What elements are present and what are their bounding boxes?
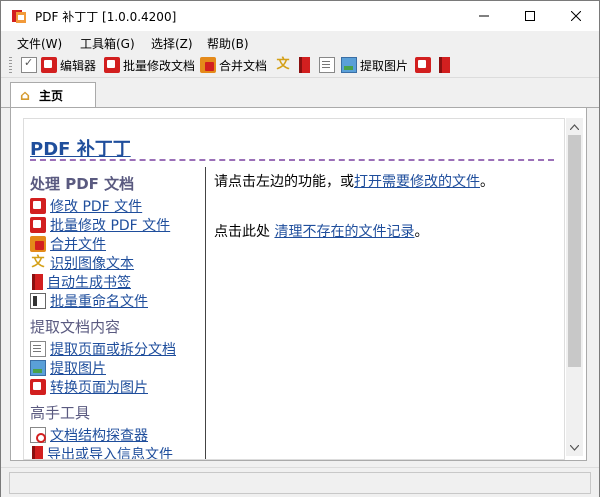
link-inspector[interactable]: 文档结构探查器	[30, 425, 200, 444]
ocr-icon: 文	[31, 254, 45, 270]
home-panel: PDF 补丁丁 处理 PDF 文档 修改 PDF 文件 批量修改 PDF 文件 …	[10, 108, 587, 461]
toolbar-check-icon[interactable]	[21, 56, 37, 74]
toolbar-bookmark-button[interactable]	[297, 56, 310, 74]
window-title: PDF 补丁丁 [1.0.0.4200]	[35, 10, 177, 24]
close-button[interactable]	[553, 1, 599, 31]
menu-select[interactable]: 选择(Z)	[151, 35, 193, 52]
toolbar-extract-pages-button[interactable]	[319, 56, 335, 74]
extract-pages-icon	[319, 57, 335, 73]
link-extract-images[interactable]: 提取图片	[30, 358, 200, 377]
scroll-down-icon[interactable]	[566, 439, 583, 456]
rename-icon	[30, 292, 46, 309]
extract-images-icon	[30, 359, 46, 376]
link-bookmark[interactable]: 自动生成书签	[30, 272, 200, 291]
home-icon: ⌂	[19, 87, 31, 104]
minimize-button[interactable]	[461, 1, 507, 31]
toolbar-merge-label: 合并文档	[219, 58, 268, 73]
status-bar	[1, 467, 599, 497]
checkbox-icon	[21, 56, 37, 73]
main-instructions: 请点击左边的功能，或打开需要修改的文件。 点击此处 清理不存在的文件记录。	[214, 171, 554, 271]
tab-strip: ⌂ 主页	[1, 78, 599, 108]
toolbar-merge-button[interactable]: 合并文档	[200, 56, 267, 74]
instruction-1-suffix: 。	[480, 174, 494, 190]
link-merge[interactable]: 合并文件	[30, 234, 200, 253]
vertical-scrollbar[interactable]	[566, 118, 583, 456]
link-batch-edit-text[interactable]: 批量修改 PDF 文件	[50, 215, 170, 235]
link-convert-images[interactable]: 转换页面为图片	[30, 377, 200, 396]
tab-home-label: 主页	[39, 89, 64, 103]
clear-records-link[interactable]: 清理不存在的文件记录	[274, 224, 414, 240]
toolbar-batch-edit-label: 批量修改文档	[123, 58, 196, 73]
instruction-1-prefix: 请点击左边的功能，或	[214, 174, 354, 190]
toolbar-extract-images-button[interactable]: 提取图片	[341, 56, 408, 74]
column-divider	[205, 167, 206, 459]
ocr-icon: 文	[276, 57, 290, 72]
link-rename-text[interactable]: 批量重命名文件	[50, 291, 148, 311]
app-window: PDF 补丁丁 [1.0.0.4200] 文件(W) 工具箱(G) 选择(Z) …	[0, 0, 600, 497]
link-inspector-text[interactable]: 文档结构探查器	[50, 425, 148, 445]
inspector-icon	[30, 426, 46, 443]
extract-pages-icon	[30, 340, 46, 357]
link-batch-edit[interactable]: 批量修改 PDF 文件	[30, 215, 200, 234]
menu-file[interactable]: 文件(W)	[17, 35, 62, 52]
open-file-link[interactable]: 打开需要修改的文件	[354, 174, 480, 190]
toolbar-editor-button[interactable]: 编辑器	[41, 56, 96, 74]
toolbar: 编辑器 批量修改文档 合并文档 文 提取图片	[1, 53, 599, 78]
menu-help[interactable]: 帮助(B)	[207, 35, 249, 52]
instruction-line-2: 点击此处 清理不存在的文件记录。	[214, 221, 554, 241]
section-process-pdf: 处理 PDF 文档	[30, 175, 135, 193]
home-page: PDF 补丁丁 处理 PDF 文档 修改 PDF 文件 批量修改 PDF 文件 …	[23, 118, 565, 460]
link-edit-pdf[interactable]: 修改 PDF 文件	[30, 196, 200, 215]
batch-edit-icon	[30, 216, 46, 233]
merge-icon	[30, 235, 46, 252]
toolbar-grip[interactable]	[9, 57, 12, 73]
export-icon	[32, 445, 43, 459]
title-bar: PDF 补丁丁 [1.0.0.4200]	[1, 1, 599, 31]
toolbar-ocr-button[interactable]: 文	[275, 56, 291, 74]
scroll-thumb[interactable]	[568, 135, 581, 367]
link-bookmark-text[interactable]: 自动生成书签	[47, 272, 131, 292]
convert-image-icon	[30, 378, 46, 395]
title-divider	[30, 159, 554, 161]
app-logo-icon	[11, 8, 27, 24]
toolbar-extract-images-label: 提取图片	[360, 58, 409, 73]
status-panel	[9, 472, 591, 494]
instruction-line-1: 请点击左边的功能，或打开需要修改的文件。	[214, 171, 554, 191]
link-rename[interactable]: 批量重命名文件	[30, 291, 200, 310]
section-advanced: 高手工具	[30, 404, 91, 422]
link-extract-pages[interactable]: 提取页面或拆分文档	[30, 339, 200, 358]
instruction-2-prefix: 点击此处	[214, 224, 275, 240]
function-sidebar: 处理 PDF 文档 修改 PDF 文件 批量修改 PDF 文件 合并文件 文识别…	[30, 167, 200, 460]
link-ocr[interactable]: 文识别图像文本	[30, 253, 200, 272]
section-extract: 提取文档内容	[30, 318, 121, 336]
menu-toolbox[interactable]: 工具箱(G)	[80, 35, 135, 52]
extract-images-icon	[341, 57, 357, 73]
link-export-info[interactable]: 导出或导入信息文件	[30, 444, 200, 460]
link-edit-pdf-text[interactable]: 修改 PDF 文件	[50, 196, 142, 216]
toolbar-batch-edit-button[interactable]: 批量修改文档	[104, 56, 195, 74]
scroll-up-icon[interactable]	[566, 118, 583, 135]
link-ocr-text[interactable]: 识别图像文本	[50, 253, 134, 273]
bookmark-icon	[32, 273, 43, 290]
menu-bar: 文件(W) 工具箱(G) 选择(Z) 帮助(B)	[1, 31, 599, 53]
instruction-2-suffix: 。	[414, 224, 429, 240]
link-export-info-text[interactable]: 导出或导入信息文件	[47, 444, 173, 460]
link-merge-text[interactable]: 合并文件	[50, 234, 106, 254]
link-extract-images-text[interactable]: 提取图片	[50, 358, 106, 378]
maximize-button[interactable]	[507, 1, 553, 31]
pdf-icon	[41, 57, 57, 73]
link-extract-pages-text[interactable]: 提取页面或拆分文档	[50, 339, 176, 359]
toolbar-convert-image-button[interactable]	[415, 56, 431, 74]
link-convert-images-text[interactable]: 转换页面为图片	[50, 377, 148, 397]
batch-edit-icon	[104, 57, 120, 73]
tab-home[interactable]: ⌂ 主页	[10, 82, 96, 108]
bookmark-icon	[299, 57, 310, 73]
convert-image-icon	[415, 57, 431, 73]
page-title[interactable]: PDF 补丁丁	[30, 135, 131, 161]
pdf-icon	[30, 197, 46, 214]
toolbar-editor-label: 编辑器	[60, 58, 97, 73]
export-icon	[439, 57, 450, 73]
merge-icon	[200, 57, 216, 73]
toolbar-export-button[interactable]	[437, 56, 450, 74]
